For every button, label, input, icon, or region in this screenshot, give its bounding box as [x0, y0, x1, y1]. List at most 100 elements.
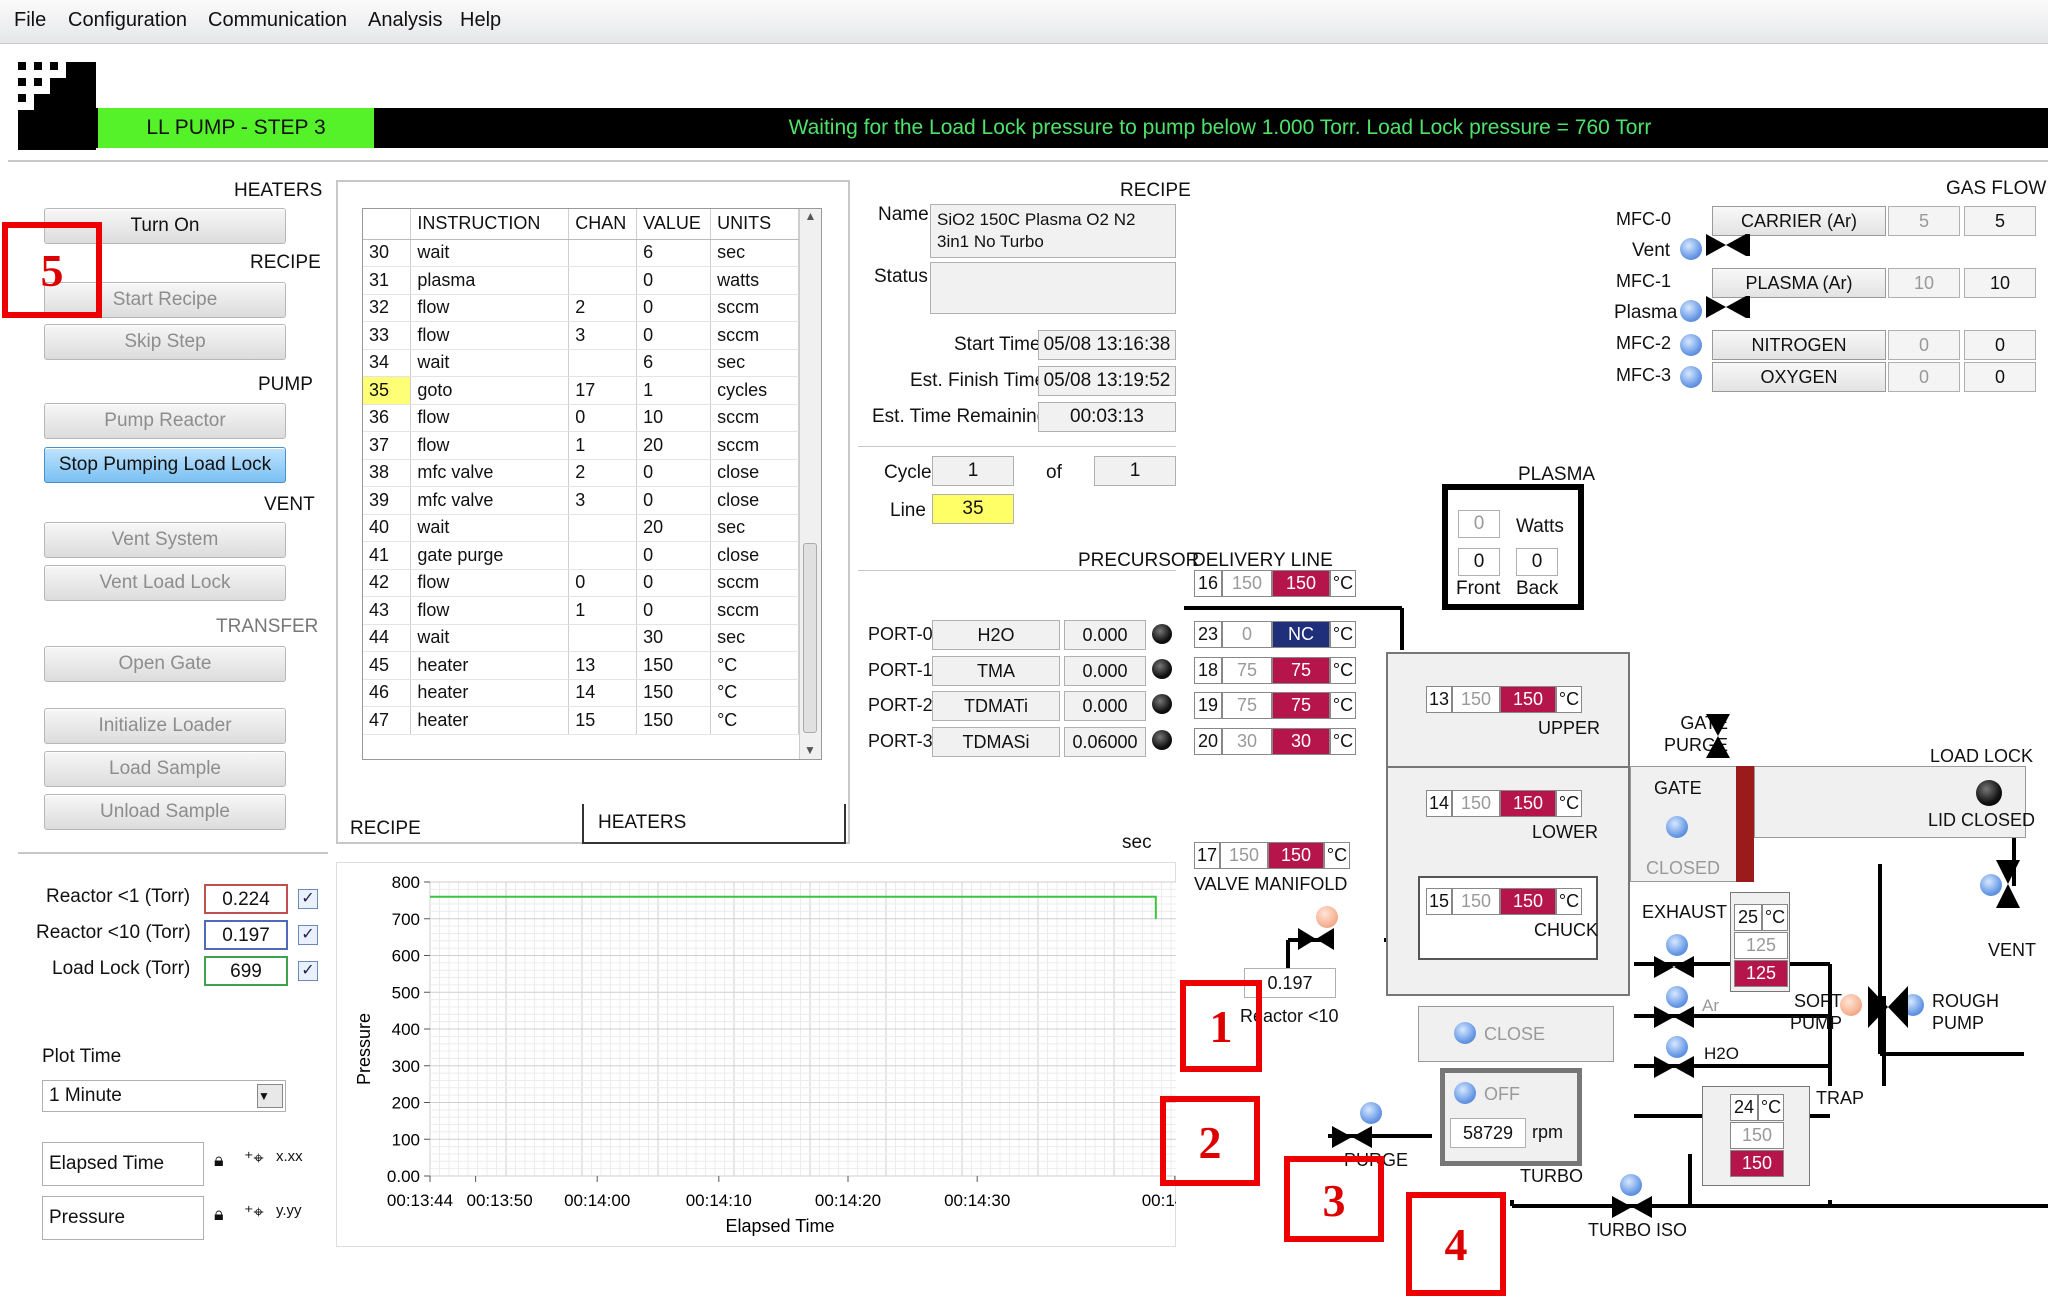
port2-valve-indicator[interactable] — [1152, 694, 1172, 714]
table-row[interactable]: 33 flow 3 0 sccm — [363, 321, 799, 350]
lock-icon[interactable]: 🔒︎ — [214, 1150, 224, 1171]
vent-system-button[interactable]: Vent System — [44, 522, 286, 558]
h2o-valve-icon[interactable] — [1652, 1054, 1696, 1080]
plot-time-select[interactable]: 1 Minute ▼ — [42, 1080, 286, 1112]
purge-valve-icon[interactable] — [1330, 1124, 1374, 1150]
port-precursor-name[interactable]: TMA — [932, 655, 1060, 686]
port-precursor-name[interactable]: H2O — [932, 620, 1060, 650]
skip-step-button[interactable]: Skip Step — [44, 324, 286, 360]
heater-set[interactable]: 150 — [1452, 790, 1500, 817]
plasma-valve-indicator[interactable] — [1680, 300, 1702, 322]
load-lock-plot-checkbox[interactable]: ✓ — [298, 961, 318, 981]
mfc-setpoint[interactable]: 0 — [1888, 362, 1960, 392]
open-gate-button[interactable]: Open Gate — [44, 646, 286, 682]
cursor-format-x[interactable]: x.xx — [276, 1148, 303, 1165]
turbo-iso-valve-icon[interactable] — [1610, 1194, 1654, 1220]
menu-communication[interactable]: Communication — [208, 9, 347, 32]
vent-valve-icon[interactable] — [1704, 230, 1752, 260]
port-pulse-value[interactable]: 0.000 — [1064, 655, 1146, 686]
table-row[interactable]: 40 wait 20 sec — [363, 514, 799, 542]
table-row[interactable]: 42 flow 0 0 sccm — [363, 569, 799, 597]
heater-set[interactable]: 150 — [1730, 1122, 1784, 1149]
mfc-setpoint[interactable]: 5 — [1888, 206, 1960, 236]
mfc-gas-name[interactable]: NITROGEN — [1712, 330, 1886, 360]
mfc-valve-indicator[interactable] — [1680, 366, 1702, 388]
ar-valve-icon[interactable] — [1652, 1004, 1696, 1030]
table-row[interactable]: 38 mfc valve 2 0 close — [363, 459, 799, 487]
port1-valve-indicator[interactable] — [1152, 659, 1172, 679]
pump-reactor-button[interactable]: Pump Reactor — [44, 403, 286, 439]
vent-load-lock-button[interactable]: Vent Load Lock — [44, 565, 286, 601]
mfc-gas-name[interactable]: OXYGEN — [1712, 362, 1886, 392]
table-row[interactable]: 36 flow 0 10 sccm — [363, 404, 799, 432]
tab-recipe[interactable]: RECIPE — [350, 818, 421, 840]
table-row[interactable]: 37 flow 1 20 sccm — [363, 431, 799, 460]
manifold-valve-indicator[interactable] — [1316, 906, 1338, 928]
table-row[interactable]: 34 wait 6 sec — [363, 349, 799, 377]
table-scrollbar[interactable]: ▲ ▼ — [799, 209, 821, 759]
pressure-chart[interactable]: 0.00 100 200 300 400 500 600 700 800 00:13:44 00:1… — [336, 862, 1176, 1247]
port-precursor-name[interactable]: TDMATi — [932, 691, 1060, 721]
table-row[interactable]: 47 heater 15 150 °C — [363, 706, 799, 735]
reactor1-plot-checkbox[interactable]: ✓ — [298, 889, 318, 909]
menu-configuration[interactable]: Configuration — [68, 9, 187, 32]
turbo-iso-indicator[interactable] — [1620, 1174, 1642, 1196]
port-precursor-name[interactable]: TDMASi — [932, 726, 1060, 757]
mfc-valve-indicator[interactable] — [1680, 334, 1702, 356]
heater-set[interactable]: 150 — [1452, 686, 1500, 713]
chevron-down-icon[interactable]: ▼ — [257, 1084, 283, 1108]
cursor-move-icon[interactable]: ⁺⌖ — [244, 1202, 264, 1223]
cursor-format-y[interactable]: y.yy — [276, 1202, 302, 1219]
plasma-valve-icon[interactable] — [1704, 292, 1752, 322]
purge-valve-indicator[interactable] — [1360, 1102, 1382, 1124]
cursor-pressure[interactable]: Pressure — [42, 1196, 204, 1240]
gate-purge-valve-icon[interactable] — [1704, 712, 1732, 760]
exhaust-valve-icon[interactable] — [1652, 954, 1696, 980]
port-pulse-value[interactable]: 0.06000 — [1064, 726, 1146, 757]
mfc-setpoint[interactable]: 0 — [1888, 330, 1960, 360]
recipe-table[interactable]: INSTRUCTION CHAN VALUE UNITS 30 wait 6 sec 3… — [362, 208, 822, 760]
load-sample-button[interactable]: Load Sample — [44, 751, 286, 787]
mfc-setpoint[interactable]: 10 — [1888, 268, 1960, 298]
port-pulse-value[interactable]: 0.000 — [1064, 620, 1146, 650]
turbo-off-indicator[interactable] — [1454, 1082, 1476, 1104]
table-row[interactable]: 46 heater 14 150 °C — [363, 679, 799, 707]
heater-set[interactable]: 150 — [1452, 888, 1500, 915]
menu-analysis[interactable]: Analysis — [368, 9, 442, 32]
soft-pump-indicator[interactable] — [1840, 994, 1862, 1016]
table-row[interactable]: 44 wait 30 sec — [363, 624, 799, 652]
vent-valve-indicator[interactable] — [1680, 238, 1702, 260]
scroll-thumb[interactable] — [803, 543, 817, 733]
port0-valve-indicator[interactable] — [1152, 624, 1172, 644]
vent-valve-icon[interactable] — [1994, 858, 2022, 910]
menu-help[interactable]: Help — [460, 9, 501, 32]
initialize-loader-button[interactable]: Initialize Loader — [44, 708, 286, 744]
table-row[interactable]: 43 flow 1 0 sccm — [363, 596, 799, 625]
heater-set[interactable]: 125 — [1734, 932, 1788, 959]
close-valve-indicator[interactable] — [1454, 1022, 1476, 1044]
table-row[interactable]: 41 gate purge 0 close — [363, 541, 799, 570]
table-row[interactable]: 39 mfc valve 3 0 close — [363, 486, 799, 515]
tab-heaters[interactable]: HEATERS — [582, 804, 846, 844]
lock-icon[interactable]: 🔒︎ — [214, 1204, 224, 1225]
pump-valve-icon[interactable] — [1866, 984, 1910, 1030]
gate-indicator[interactable] — [1666, 816, 1688, 838]
manifold-valve-icon[interactable] — [1296, 926, 1336, 952]
table-row[interactable]: 31 plasma 0 watts — [363, 266, 799, 295]
table-row[interactable]: 32 flow 2 0 sccm — [363, 294, 799, 322]
cursor-elapsed-time[interactable]: Elapsed Time — [42, 1142, 204, 1186]
reactor10-plot-checkbox[interactable]: ✓ — [298, 925, 318, 945]
table-row[interactable]: 30 wait 6 sec — [363, 239, 799, 267]
cursor-move-icon[interactable]: ⁺⌖ — [244, 1148, 264, 1169]
unload-sample-button[interactable]: Unload Sample — [44, 794, 286, 830]
exhaust-valve-indicator[interactable] — [1666, 934, 1688, 956]
heater-set[interactable]: 150 — [1220, 842, 1268, 869]
stop-pumping-load-lock-button[interactable]: Stop Pumping Load Lock — [44, 447, 286, 483]
port-pulse-value[interactable]: 0.000 — [1064, 691, 1146, 721]
scroll-down-icon[interactable]: ▼ — [800, 743, 820, 757]
port3-valve-indicator[interactable] — [1152, 730, 1172, 750]
table-row[interactable]: 45 heater 13 150 °C — [363, 651, 799, 680]
table-row[interactable]: 35 goto 17 1 cycles — [363, 376, 799, 405]
scroll-up-icon[interactable]: ▲ — [800, 209, 821, 223]
menu-file[interactable]: File — [14, 9, 46, 32]
